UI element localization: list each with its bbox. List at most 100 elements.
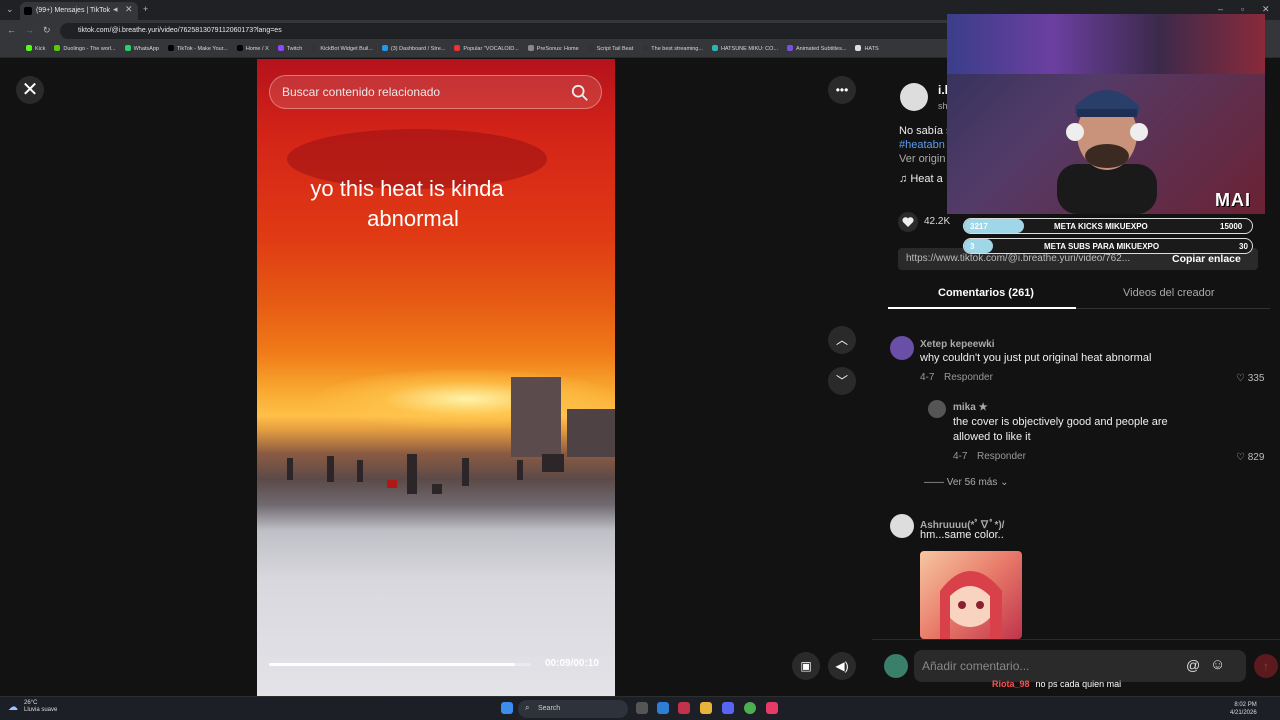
- chrome-icon[interactable]: [744, 702, 756, 714]
- bookmark-favicon-icon: [642, 45, 649, 51]
- bookmark-label: Animated Subtitles...: [796, 46, 847, 52]
- discord-icon[interactable]: [722, 702, 734, 714]
- video-area: ✕ Buscar contenido relacionado yo this h…: [0, 59, 872, 696]
- close-icon[interactable]: ✕: [16, 76, 44, 104]
- comment-author[interactable]: Xetep kepeewki: [920, 339, 994, 350]
- reply-like[interactable]: ♡ 829: [1236, 452, 1264, 463]
- bookmark-label: HATSUNE MIKU: CO...: [720, 46, 778, 52]
- bookmark-item[interactable]: (3) Dashboard / Stre...: [381, 45, 445, 52]
- post-hashtag[interactable]: #heatabn: [899, 139, 945, 151]
- emoji-icon[interactable]: ☺: [1210, 656, 1225, 673]
- weather-widget[interactable]: 26°C Lluvia suave: [24, 700, 57, 714]
- bookmark-item[interactable]: KickBot Widget Buil...: [311, 45, 373, 52]
- bookmark-item[interactable]: Popular "VOCALOID...: [454, 45, 519, 52]
- speaker-icon[interactable]: ◂: [113, 4, 118, 15]
- reply-button[interactable]: Responder: [944, 372, 993, 383]
- bookmark-item[interactable]: The best streaming...: [642, 45, 703, 52]
- send-arrow-icon[interactable]: ↑: [1254, 654, 1278, 678]
- tab-list-icon[interactable]: ⌄: [6, 4, 14, 15]
- comment-text: why couldn't you just put original heat …: [920, 352, 1152, 364]
- bookmark-item[interactable]: HATS: [855, 45, 879, 52]
- reply-date: 4-7: [953, 451, 968, 462]
- bookmark-item[interactable]: Duolingo - The worl...: [54, 45, 116, 52]
- view-more-replies[interactable]: —— Ver 56 más ⌄: [924, 477, 1009, 488]
- comment-placeholder: Añadir comentario...: [922, 659, 1030, 673]
- tab-close-icon[interactable]: ✕: [125, 4, 133, 15]
- heart-outline-icon: ♡: [1236, 373, 1245, 384]
- bookmark-favicon-icon: [855, 45, 862, 51]
- weather-icon[interactable]: ☁: [8, 702, 18, 713]
- reply-author[interactable]: mika ★: [953, 402, 988, 413]
- bookmark-item[interactable]: PreSonus: Home: [527, 45, 579, 52]
- minimize-icon[interactable]: –: [1218, 4, 1223, 14]
- reload-icon[interactable]: ↻: [43, 25, 51, 36]
- bookmark-label: Kick: [35, 46, 46, 52]
- user-avatar[interactable]: [884, 654, 908, 678]
- video-progress-bar[interactable]: [269, 663, 531, 666]
- mention-icon[interactable]: @: [1186, 657, 1200, 673]
- comment-like[interactable]: ♡ 335: [1236, 373, 1264, 384]
- see-original-link[interactable]: Ver origin: [899, 153, 945, 165]
- next-video-icon[interactable]: ﹀: [828, 367, 856, 395]
- active-tab-indicator: [888, 307, 1076, 309]
- bookmark-item[interactable]: Kick: [26, 45, 45, 52]
- tab-comments[interactable]: Comentarios (261): [938, 287, 1034, 299]
- pip-icon[interactable]: ▣: [792, 652, 820, 680]
- share-link-text: https://www.tiktok.com/@i.breathe.yuri/v…: [906, 253, 1131, 264]
- copy-link-button[interactable]: Copiar enlace: [1172, 253, 1241, 265]
- bookmark-label: Script Tail Beat: [596, 46, 634, 52]
- comment-input[interactable]: Añadir comentario... @ ☺: [914, 650, 1246, 682]
- new-tab-icon[interactable]: +: [143, 4, 148, 14]
- video-player[interactable]: Buscar contenido relacionado yo this hea…: [257, 59, 615, 696]
- system-clock[interactable]: 8:02 PM 4/21/2026: [1230, 701, 1257, 717]
- video-progress-fill: [269, 663, 516, 666]
- bookmark-item[interactable]: Home / X: [236, 45, 269, 52]
- bookmark-favicon-icon: [711, 45, 718, 51]
- bookmark-favicon-icon: [311, 45, 318, 51]
- panel-tabs: Comentarios (261) Videos del creador: [888, 281, 1270, 309]
- bookmark-label: Duolingo - The worl...: [63, 46, 116, 52]
- reply-avatar[interactable]: [928, 400, 946, 418]
- bookmark-label: HATS: [864, 46, 879, 52]
- bookmark-item[interactable]: HATSUNE MIKU: CO...: [711, 45, 778, 52]
- comment-avatar[interactable]: [890, 514, 914, 538]
- bookmark-favicon-icon: [381, 45, 388, 51]
- goal-target: 30: [1239, 242, 1248, 251]
- bookmark-item[interactable]: Animated Subtitles...: [787, 45, 846, 52]
- taskbar-search[interactable]: ⌕ Search: [518, 700, 628, 718]
- bookmark-item[interactable]: Script Tail Beat: [587, 45, 634, 52]
- more-options-icon[interactable]: •••: [828, 76, 856, 104]
- tab-creator-videos[interactable]: Videos del creador: [1123, 287, 1215, 299]
- comment-image[interactable]: [920, 551, 1022, 639]
- volume-icon[interactable]: ◀): [828, 652, 856, 680]
- windows-start-icon[interactable]: [501, 702, 513, 714]
- comment-avatar[interactable]: [890, 336, 914, 360]
- clock-time: 8:02 PM: [1234, 702, 1257, 708]
- file-explorer-icon[interactable]: [700, 702, 712, 714]
- creator-avatar[interactable]: [900, 83, 928, 111]
- weather-desc: Lluvia suave: [24, 707, 58, 713]
- widgets-icon[interactable]: [657, 702, 669, 714]
- maximize-icon[interactable]: ▫: [1241, 4, 1244, 14]
- bookmark-item[interactable]: TikTok - Make Your...: [167, 45, 228, 52]
- music-app-icon[interactable]: [766, 702, 778, 714]
- like-count: 42.2K: [924, 216, 951, 227]
- search-icon[interactable]: [571, 84, 589, 102]
- chat-text: no ps cada quien mai: [1035, 679, 1122, 689]
- task-view-icon[interactable]: [636, 702, 648, 714]
- bookmark-item[interactable]: WhatsApp: [124, 45, 159, 52]
- bookmark-item[interactable]: Twitch: [277, 45, 302, 52]
- reply-button[interactable]: Responder: [977, 451, 1026, 462]
- previous-video-icon[interactable]: ︿: [828, 326, 856, 354]
- music-link[interactable]: ♫ Heat a: [899, 173, 943, 185]
- related-search-input[interactable]: Buscar contenido relacionado: [269, 75, 602, 109]
- comment-date: 4-7: [920, 372, 935, 383]
- app-icon[interactable]: [678, 702, 690, 714]
- bookmark-label: TikTok - Make Your...: [176, 46, 228, 52]
- beach-people: [287, 454, 564, 494]
- back-icon[interactable]: ←: [7, 25, 16, 35]
- heart-icon[interactable]: [898, 212, 918, 232]
- browser-tab[interactable]: (99+) Mensajes | TikTok: [20, 2, 138, 20]
- forward-icon[interactable]: →: [25, 25, 34, 35]
- bookmark-label: The best streaming...: [651, 46, 703, 52]
